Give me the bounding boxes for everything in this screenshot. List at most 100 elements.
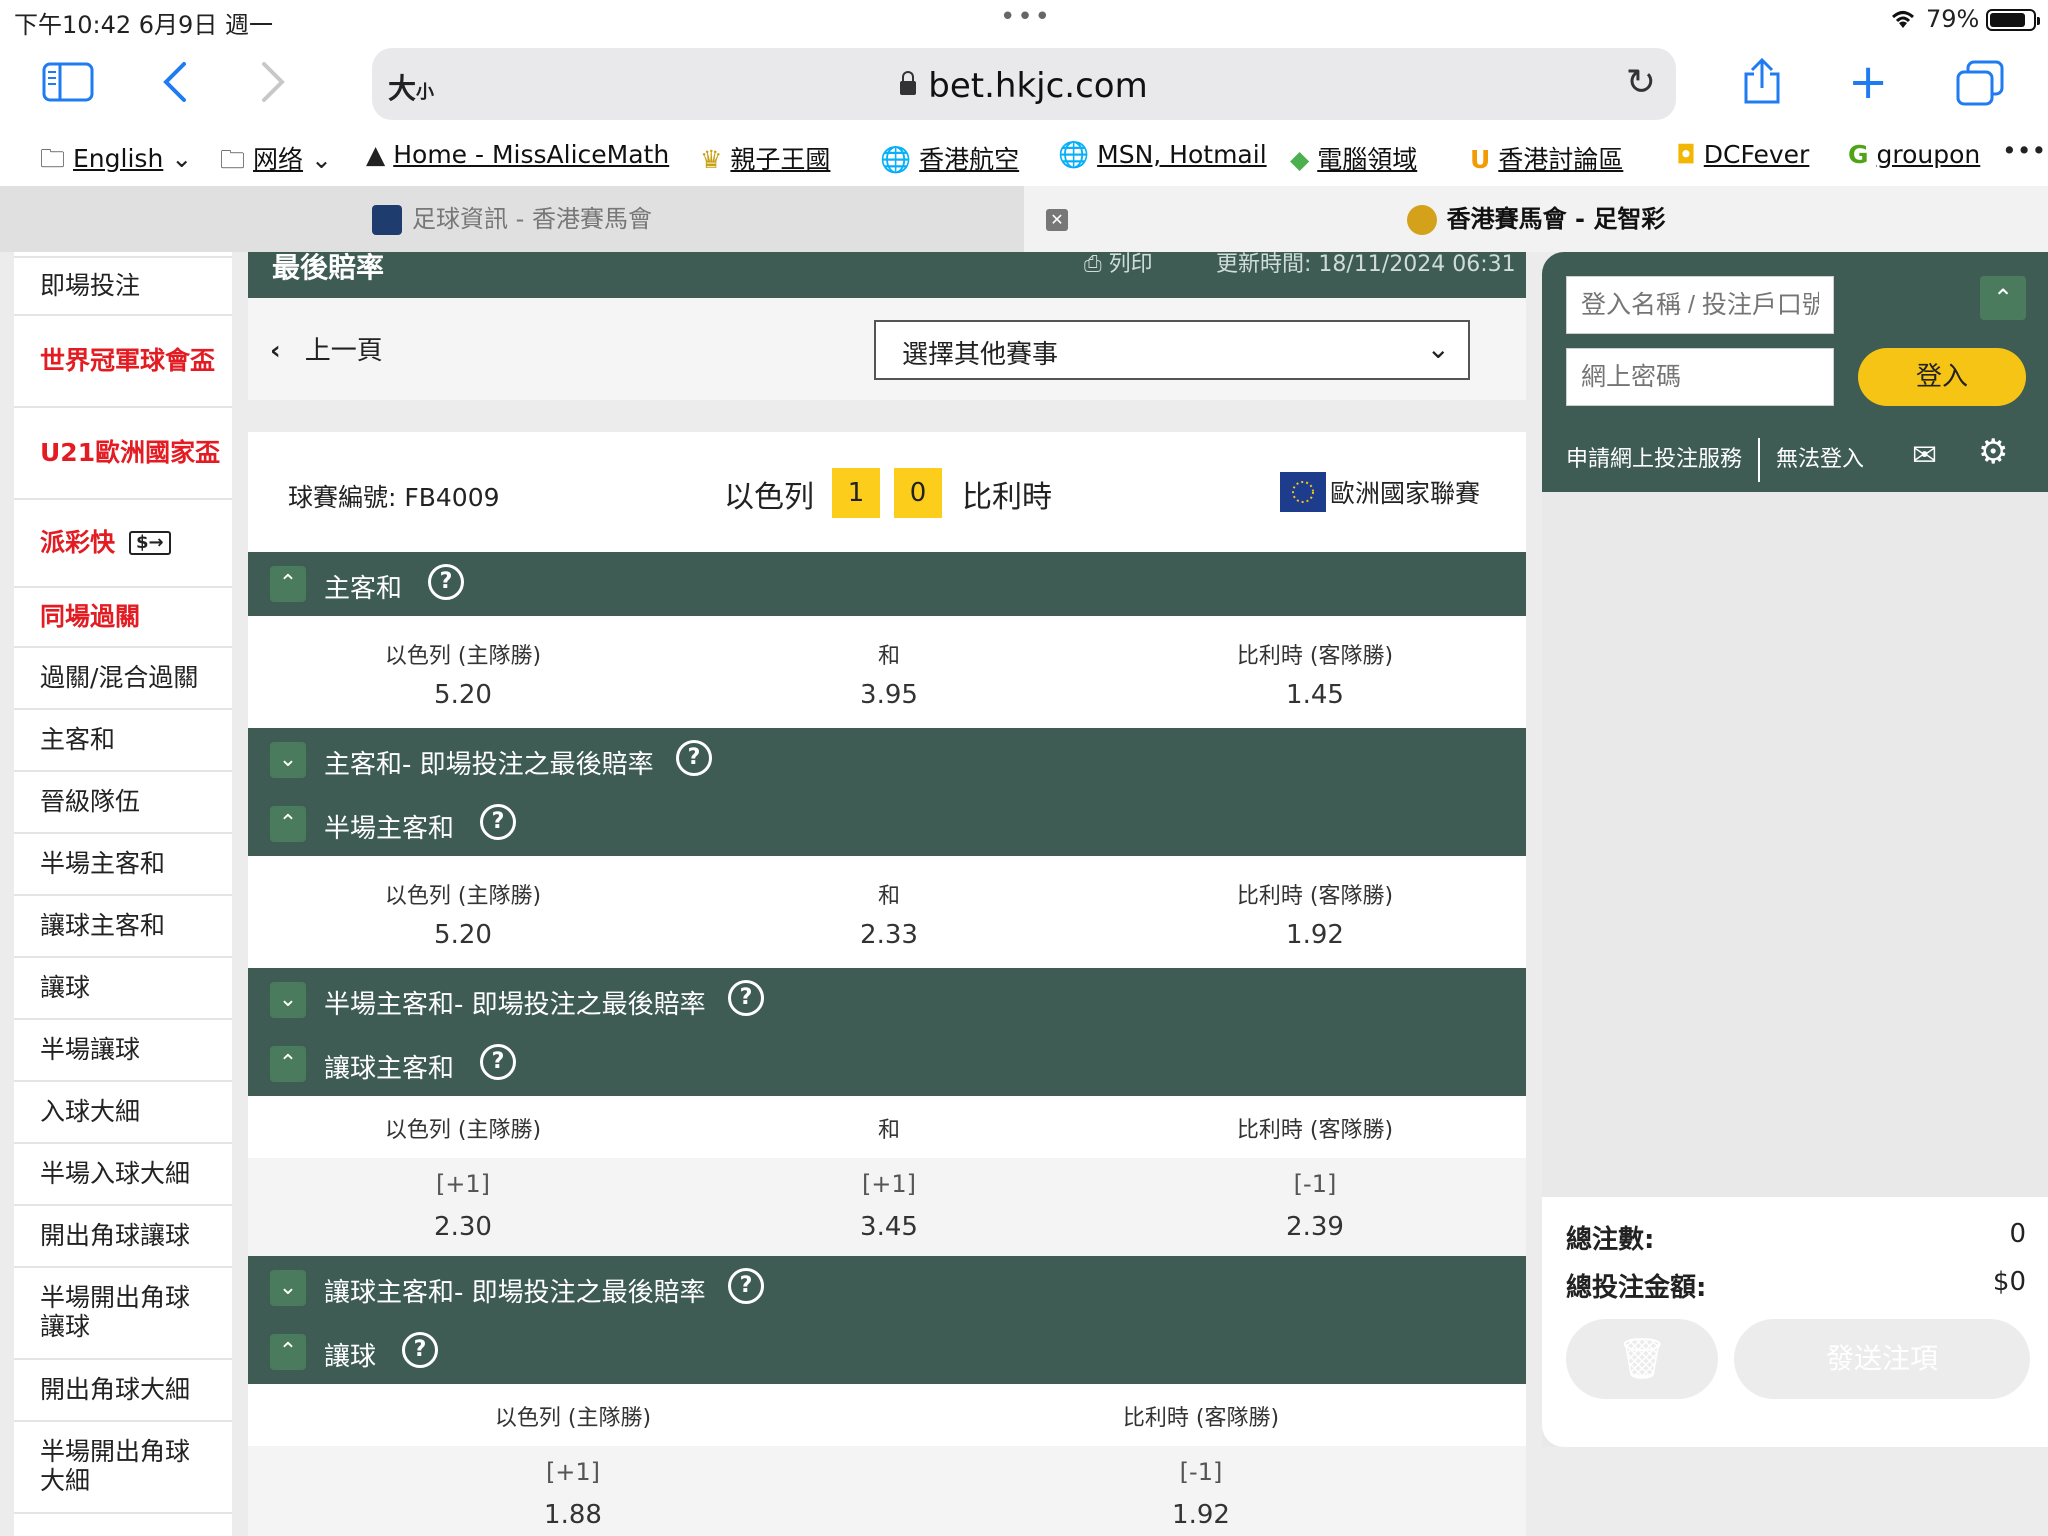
odds-cell[interactable]: 以色列 (主隊勝) 5.20	[298, 878, 628, 950]
sidebar-item-u21-euro[interactable]: U21歐洲國家盃	[14, 408, 232, 500]
tabs-overview-icon[interactable]	[1956, 60, 2004, 113]
chevron-up-icon[interactable]: ⌃	[270, 806, 306, 842]
help-icon[interactable]: ?	[480, 1044, 516, 1080]
bookmark-missalicemath[interactable]: ▲ Home - MissAliceMath	[366, 140, 669, 169]
chevron-up-icon[interactable]: ⌃	[1980, 276, 2026, 320]
sidebar-item-label: 半場讓球	[40, 1034, 141, 1064]
address-bar[interactable]: 大小 bet.hkjc.com ↻	[372, 48, 1676, 120]
username-input[interactable]	[1566, 276, 1834, 334]
help-icon[interactable]: ?	[728, 980, 764, 1016]
reload-icon[interactable]: ↻	[1626, 62, 1656, 103]
sidebar-item-label: 過關/混合過關	[40, 662, 199, 692]
odds-value[interactable]: 3.45	[724, 1212, 1054, 1242]
sidebar-item-half-corner-handicap[interactable]: 半場開出角球讓球	[14, 1268, 232, 1360]
sidebar-item-corner-hilo[interactable]: 開出角球大細	[14, 1360, 232, 1422]
sidebar-item-label: 半場開出角球讓球	[40, 1283, 191, 1341]
sidebar-item-hilo[interactable]: 入球大細	[14, 1082, 232, 1144]
odds-cell[interactable]: 和 3.95	[724, 638, 1054, 710]
chevron-down-icon[interactable]: ⌄	[270, 742, 306, 778]
sidebar-item-to-qualify[interactable]: 晉級隊伍	[14, 772, 232, 834]
odds-cell[interactable]: 比利時 (客隊勝) 1.92	[1150, 878, 1480, 950]
help-icon[interactable]: ?	[728, 1268, 764, 1304]
help-icon[interactable]: ?	[676, 740, 712, 776]
forward-icon[interactable]	[258, 60, 288, 111]
close-tab-icon[interactable]: ✕	[1046, 209, 1068, 231]
multitask-dots-icon[interactable]: •••	[1000, 2, 1052, 32]
password-input[interactable]	[1566, 348, 1834, 406]
odds-value[interactable]: 1.92	[1036, 1500, 1366, 1530]
chevron-up-icon[interactable]: ⌃	[270, 1334, 306, 1370]
back-button[interactable]: ‹ 上一頁	[270, 330, 383, 367]
handicap-line: [+1]	[545, 1458, 601, 1486]
sidebar-item-club-world-cup[interactable]: 世界冠軍球會盃	[14, 316, 232, 408]
tab-football-info[interactable]: 足球資訊 - 香港賽馬會	[0, 186, 1024, 252]
chevron-up-icon[interactable]: ⌃	[270, 566, 306, 602]
odds-value[interactable]: 1.88	[408, 1500, 738, 1530]
bookmark-english[interactable]: 🗀 English ⌄	[40, 140, 192, 183]
market-header-handicap[interactable]: ⌃ 讓球 ?	[248, 1320, 1526, 1384]
market-header-hhad-live[interactable]: ⌄ 讓球主客和- 即場投注之最後賠率 ?	[248, 1256, 1526, 1320]
bookmark-groupon[interactable]: Ggroupon	[1848, 140, 1980, 169]
odds-cell[interactable]: 以色列 (主隊勝) 5.20	[298, 638, 628, 710]
bookmark-hk-airlines[interactable]: 🌐 香港航空	[880, 140, 1019, 176]
chevron-down-icon[interactable]: ⌄	[270, 1270, 306, 1306]
selection-header: 以色列 (主隊勝)	[408, 1400, 738, 1432]
market-header-hda[interactable]: ⌃ 主客和 ?	[248, 552, 1526, 616]
sidebar-item-corner-handicap[interactable]: 開出角球讓球	[14, 1206, 232, 1268]
sidebar-item-live[interactable]: 即場投注	[14, 258, 232, 316]
sidebar-item-handicap[interactable]: 讓球	[14, 958, 232, 1020]
apply-online-link[interactable]: 申請網上投注服務	[1566, 447, 1742, 472]
sidebar-item-half-hda[interactable]: 半場主客和	[14, 834, 232, 896]
wifi-icon	[1888, 6, 1918, 36]
market-odds-hda: 以色列 (主隊勝) 5.20 和 3.95 比利時 (客隊勝) 1.45	[248, 616, 1526, 728]
gear-icon[interactable]: ⚙	[1978, 432, 2008, 472]
sidebar-item-half-corner-hilo[interactable]: 半場開出角球大細	[14, 1422, 232, 1514]
print-button[interactable]: ⎙ 列印	[1084, 252, 1153, 278]
sidebar-item-allup[interactable]: 過關/混合過關	[14, 648, 232, 710]
mail-icon[interactable]: ✉	[1912, 438, 1937, 473]
sidebar-item-hhad[interactable]: 讓球主客和	[14, 896, 232, 958]
help-icon[interactable]: ?	[428, 564, 464, 600]
odds-value[interactable]: 2.39	[1150, 1212, 1480, 1242]
divider	[1758, 438, 1761, 482]
sidebar-item-fast-payout[interactable]: 派彩快 $→	[14, 500, 232, 588]
bookmark-computer[interactable]: ◆ 電腦領域	[1290, 140, 1417, 176]
market-header-half-hda[interactable]: ⌃ 半場主客和 ?	[248, 792, 1526, 856]
back-icon[interactable]	[160, 60, 190, 111]
odds-cell[interactable]: 比利時 (客隊勝) 1.45	[1150, 638, 1480, 710]
login-button[interactable]: 登入	[1858, 348, 2026, 406]
bookmark-label: Home - MissAliceMath	[393, 140, 670, 169]
sidebar-item-half-hilo[interactable]: 半場入球大細	[14, 1144, 232, 1206]
sidebar-item-same-game[interactable]: 同場過關	[14, 588, 232, 648]
tab-football-betting[interactable]: ✕ 香港賽馬會 - 足智彩	[1024, 186, 2048, 252]
other-match-select[interactable]: 選擇其他賽事 ⌄	[874, 320, 1470, 380]
market-header-hhad[interactable]: ⌃ 讓球主客和 ?	[248, 1032, 1526, 1096]
selection-header: 比利時 (客隊勝)	[1150, 1112, 1480, 1144]
cannot-login-link[interactable]: 無法登入	[1776, 447, 1864, 472]
market-odds-half-hda: 以色列 (主隊勝) 5.20 和 2.33 比利時 (客隊勝) 1.92	[248, 856, 1526, 968]
sidebar-item-hda[interactable]: 主客和	[14, 710, 232, 772]
chevron-up-icon[interactable]: ⌃	[270, 1046, 306, 1082]
send-bets-button[interactable]: 發送注項	[1734, 1319, 2030, 1399]
total-amount-row: 總投注金額: $0	[1566, 1267, 2026, 1304]
sidebar-toggle-icon[interactable]	[42, 62, 94, 109]
new-tab-icon[interactable]: +	[1848, 58, 1888, 106]
selection-name: 以色列 (主隊勝)	[384, 884, 542, 909]
bookmark-dcfever[interactable]: ◘ DCFever	[1676, 140, 1809, 169]
bookmark-discuss[interactable]: U 香港討論區	[1470, 140, 1623, 176]
trash-icon[interactable]: 🗑	[1566, 1319, 1718, 1399]
help-icon[interactable]: ?	[480, 804, 516, 840]
help-icon[interactable]: ?	[402, 1332, 438, 1368]
more-bookmarks-icon[interactable]: •••	[2002, 136, 2046, 165]
odds-value[interactable]: 2.30	[298, 1212, 628, 1242]
bookmark-parenting[interactable]: ♛ 親子王國	[700, 140, 830, 176]
market-header-half-hda-live[interactable]: ⌄ 半場主客和- 即場投注之最後賠率 ?	[248, 968, 1526, 1032]
bookmark-network[interactable]: 🗀 网络 ⌄	[220, 140, 332, 184]
odds-cell[interactable]: 和 2.33	[724, 878, 1054, 950]
market-header-hda-live[interactable]: ⌄ 主客和- 即場投注之最後賠率 ?	[248, 728, 1526, 792]
sidebar-item-half-handicap[interactable]: 半場讓球	[14, 1020, 232, 1082]
share-icon[interactable]	[1740, 56, 1784, 113]
folder-icon: 🗀	[40, 144, 66, 173]
chevron-down-icon[interactable]: ⌄	[270, 982, 306, 1018]
bookmark-msn[interactable]: 🌐 MSN, Hotmail	[1058, 140, 1267, 170]
